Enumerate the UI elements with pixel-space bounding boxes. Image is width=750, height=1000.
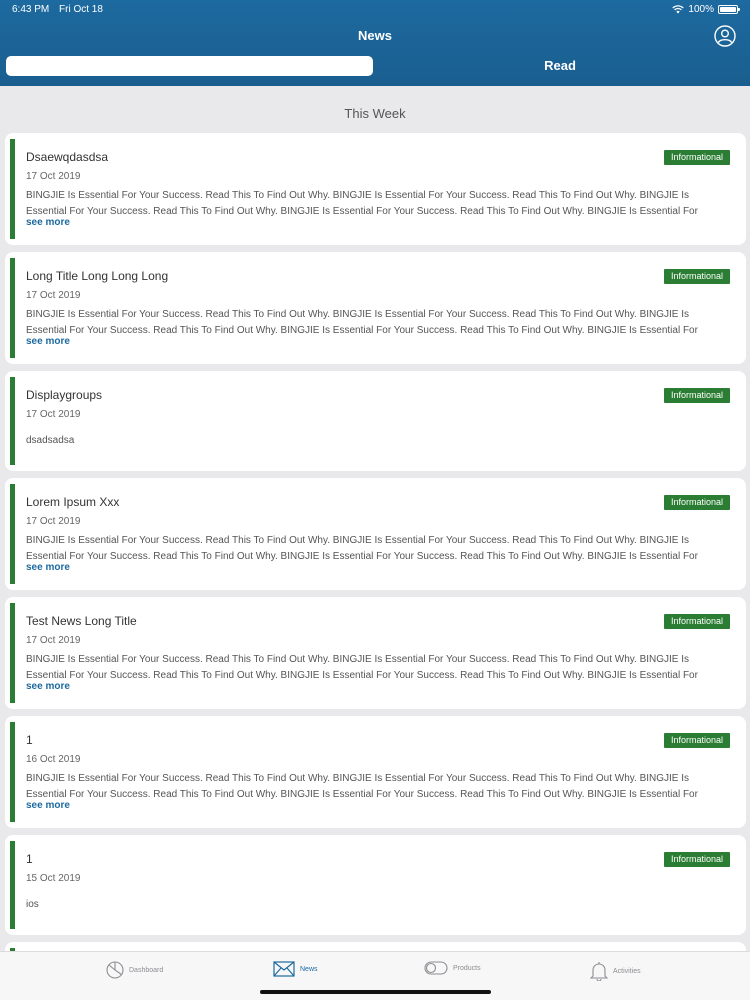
tab-label: Products	[453, 964, 481, 972]
tab-dashboard[interactable]: Dashboard	[106, 961, 163, 979]
see-more-link[interactable]: see more	[26, 217, 70, 228]
wifi-icon	[672, 5, 685, 14]
news-card[interactable]: Dsaewqdasdsa Informational 17 Oct 2019 B…	[5, 133, 746, 245]
segment-unread[interactable]	[6, 56, 373, 76]
card-accent-bar	[10, 484, 15, 584]
segment-read[interactable]: Read	[375, 56, 745, 76]
news-body: BINGJIE Is Essential For Your Success. R…	[26, 654, 698, 681]
battery-icon	[718, 5, 740, 14]
tab-products[interactable]: Products	[424, 961, 481, 975]
category-badge: Informational	[663, 269, 730, 284]
news-body: dsadsadsa	[26, 435, 75, 446]
news-title: Long Title Long Long Long	[26, 269, 169, 283]
category-badge: Informational	[663, 852, 730, 867]
tab-activities[interactable]: Activities	[590, 961, 641, 981]
news-card[interactable]: 1 Informational 16 Oct 2019 BINGJIE Is E…	[5, 716, 746, 828]
card-accent-bar	[10, 139, 15, 239]
see-more-link[interactable]: see more	[26, 800, 70, 811]
card-accent-bar	[10, 722, 15, 822]
category-badge: Informational	[663, 388, 730, 403]
category-badge: Informational	[663, 614, 730, 629]
card-accent-bar	[10, 377, 15, 465]
header-bar: 6:43 PM Fri Oct 18 100% News Read	[0, 0, 750, 86]
see-more-link[interactable]: see more	[26, 562, 70, 573]
tab-label: Dashboard	[129, 966, 164, 974]
news-title: Displaygroups	[26, 388, 103, 402]
tab-label: News	[300, 965, 318, 973]
page-title: News	[358, 28, 392, 43]
category-badge: Informational	[663, 495, 730, 510]
news-title: Lorem Ipsum Xxx	[26, 495, 120, 509]
news-body: BINGJIE Is Essential For Your Success. R…	[26, 535, 698, 562]
see-more-link[interactable]: see more	[26, 681, 70, 692]
news-card[interactable]: 1 Informational 15 Oct 2019 ios	[5, 835, 746, 935]
home-indicator[interactable]	[260, 990, 491, 994]
see-more-link[interactable]: see more	[26, 336, 70, 347]
news-card[interactable]: Test News Long Title Informational 17 Oc…	[5, 597, 746, 709]
card-accent-bar	[10, 841, 15, 929]
card-accent-bar	[10, 258, 15, 358]
news-date: 17 Oct 2019	[26, 516, 81, 527]
status-date: Fri Oct 18	[59, 4, 103, 15]
news-title: Test News Long Title	[26, 614, 137, 628]
news-date: 17 Oct 2019	[26, 290, 81, 301]
dashboard-icon	[106, 961, 124, 979]
news-date: 15 Oct 2019	[26, 873, 81, 884]
section-title: This Week	[344, 106, 406, 121]
news-body: BINGJIE Is Essential For Your Success. R…	[26, 190, 698, 217]
news-card[interactable]: Lorem Ipsum Xxx Informational 17 Oct 201…	[5, 478, 746, 590]
tab-news[interactable]: News	[273, 961, 318, 977]
status-bar: 6:43 PM Fri Oct 18 100%	[0, 0, 750, 20]
category-badge: Informational	[663, 733, 730, 748]
news-title: 1	[26, 852, 33, 866]
news-title: Dsaewqdasdsa	[26, 150, 109, 164]
news-card[interactable]: Displaygroups Informational 17 Oct 2019 …	[5, 371, 746, 471]
card-accent-bar	[10, 603, 15, 703]
tab-label: Activities	[613, 967, 641, 975]
news-body: ios	[26, 899, 39, 910]
news-body: BINGJIE Is Essential For Your Success. R…	[26, 309, 698, 336]
news-date: 17 Oct 2019	[26, 635, 81, 646]
news-card[interactable]: Long Title Long Long Long Informational …	[5, 252, 746, 364]
battery-percent: 100%	[688, 4, 714, 15]
bell-icon	[590, 962, 608, 981]
category-badge: Informational	[663, 150, 730, 165]
profile-icon[interactable]	[714, 25, 736, 47]
news-body: BINGJIE Is Essential For Your Success. R…	[26, 773, 698, 800]
news-date: 17 Oct 2019	[26, 171, 81, 182]
news-date: 16 Oct 2019	[26, 754, 81, 765]
news-title: 1	[26, 733, 33, 747]
envelope-icon	[273, 961, 295, 977]
toggle-icon	[424, 961, 448, 975]
status-time: 6:43 PM	[12, 4, 50, 15]
news-date: 17 Oct 2019	[26, 409, 81, 420]
